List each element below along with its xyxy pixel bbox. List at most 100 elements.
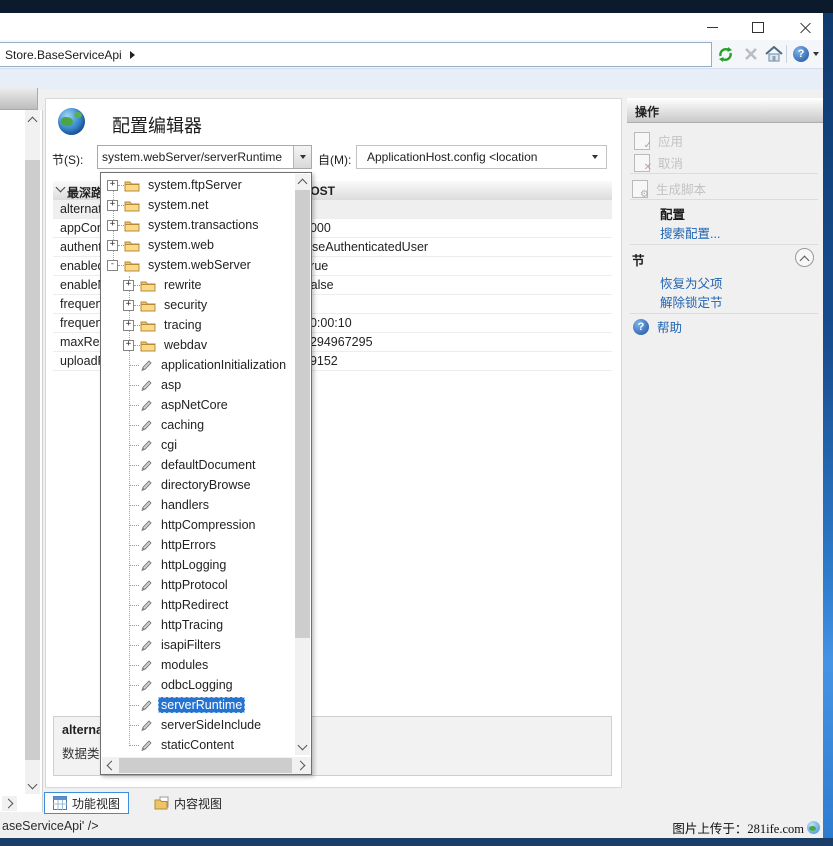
help-menu-button[interactable] (811, 44, 821, 64)
expand-expander-icon[interactable]: + (123, 280, 134, 291)
folder-icon (140, 299, 156, 312)
tree-item-caching[interactable]: caching (101, 415, 207, 435)
tree-item-tracing[interactable]: +tracing (101, 315, 205, 335)
collapse-expander-icon[interactable]: - (107, 260, 118, 271)
minimize-button[interactable] (697, 16, 727, 38)
tree-item-label: system.ftpServer (145, 177, 245, 193)
expand-expander-icon[interactable]: + (107, 240, 118, 251)
tree-connector-line (129, 685, 139, 686)
search-config-link[interactable]: 搜索配置... (660, 223, 720, 242)
tree-hscrollbar-thumb[interactable] (119, 758, 292, 773)
tree-scroll-up-button[interactable] (295, 174, 310, 189)
generate-script-label: 生成脚本 (656, 179, 706, 198)
section-pencil-icon (139, 678, 153, 692)
tree-item-staticContent[interactable]: staticContent (101, 735, 237, 755)
expand-expander-icon[interactable]: + (123, 300, 134, 311)
tree-scrollbar-thumb[interactable] (295, 190, 310, 638)
tree-item-label: httpTracing (158, 617, 226, 633)
tree-item-webdav[interactable]: +webdav (101, 335, 210, 355)
revert-to-parent-link[interactable]: 恢复为父项 (660, 273, 723, 292)
tree-item-security[interactable]: +security (101, 295, 210, 315)
section-label: 节(S): (52, 151, 83, 168)
folder-icon (140, 279, 156, 292)
address-input[interactable]: Store.BaseServiceApi (0, 42, 712, 67)
tree-item-asp[interactable]: asp (101, 375, 184, 395)
maximize-button[interactable] (743, 16, 773, 38)
tree-item-cgi[interactable]: cgi (101, 435, 180, 455)
section-combobox[interactable]: system.webServer/serverRuntime (97, 145, 312, 169)
tree-item-modules[interactable]: modules (101, 655, 211, 675)
generate-script-button[interactable]: ⚙ 生成脚本 (632, 179, 706, 198)
tree-item-serverSideInclude[interactable]: serverSideInclude (101, 715, 264, 735)
tree-item-directoryBrowse[interactable]: directoryBrowse (101, 475, 254, 495)
tree-item-system.webServer[interactable]: -system.webServer (101, 255, 254, 275)
tree-item-label: modules (158, 657, 211, 673)
tree-item-system.web[interactable]: + system.web (101, 235, 217, 255)
tree-scroll-right-button[interactable] (294, 758, 309, 773)
tree-item-isapiFilters[interactable]: isapiFilters (101, 635, 224, 655)
tree-item-applicationInitialization[interactable]: applicationInitialization (101, 355, 289, 375)
section-pencil-icon (139, 418, 153, 432)
section-pencil-icon (139, 598, 153, 612)
left-scroll-right-button[interactable] (2, 796, 17, 811)
tree-connector-line (129, 545, 139, 546)
help-button[interactable]: ? (790, 44, 812, 64)
apply-button[interactable]: ✓ 应用 (634, 131, 683, 150)
expand-expander-icon[interactable]: + (123, 320, 134, 331)
tree-connector-line (129, 405, 139, 406)
section-combobox-dropdown-button[interactable] (293, 146, 311, 168)
left-scroll-up-button[interactable] (25, 112, 40, 127)
page-title: 配置编辑器 (112, 112, 202, 138)
left-scrollbar-thumb[interactable] (25, 160, 40, 760)
help-link[interactable]: ? 帮助 (633, 317, 682, 336)
tree-scroll-down-button[interactable] (295, 739, 310, 754)
help-icon: ? (633, 319, 649, 335)
tree-item-system.transactions[interactable]: + system.transactions (101, 215, 261, 235)
expand-expander-icon[interactable]: + (107, 220, 118, 231)
tab-content-view[interactable]: 内容视图 (146, 792, 230, 814)
revert-to-parent-label: 恢复为父项 (660, 273, 723, 292)
tree-scroll-left-button[interactable] (102, 758, 117, 773)
generate-script-icon: ⚙ (632, 180, 648, 198)
tree-item-rewrite[interactable]: +rewrite (101, 275, 205, 295)
tree-item-httpCompression[interactable]: httpCompression (101, 515, 259, 535)
tree-item-httpProtocol[interactable]: httpProtocol (101, 575, 231, 595)
section-combobox-value: system.webServer/serverRuntime (102, 150, 293, 164)
section-pencil-icon (139, 518, 153, 532)
tree-item-httpTracing[interactable]: httpTracing (101, 615, 226, 635)
section-pencil-icon (139, 738, 153, 752)
cancel-button[interactable]: ✕ 取消 (634, 153, 683, 172)
unlock-section-label: 解除锁定节 (660, 292, 723, 311)
tree-item-defaultDocument[interactable]: defaultDocument (101, 455, 259, 475)
from-combobox[interactable]: ApplicationHost.config <location (356, 145, 607, 169)
background-titlebar (0, 0, 833, 13)
tree-connector-line (129, 645, 139, 646)
tree-item-label: system.web (145, 237, 217, 253)
tree-item-label: httpProtocol (158, 577, 231, 593)
tree-item-label: system.transactions (145, 217, 261, 233)
tree-item-httpErrors[interactable]: httpErrors (101, 535, 219, 555)
tree-connector-line (129, 705, 139, 706)
expand-expander-icon[interactable]: + (107, 200, 118, 211)
tab-features-view[interactable]: 功能视图 (44, 792, 129, 814)
unlock-section-link[interactable]: 解除锁定节 (660, 292, 723, 311)
section-collapse-button[interactable] (795, 248, 814, 267)
tree-item-system.ftpServer[interactable]: + system.ftpServer (101, 175, 245, 195)
restart-button[interactable] (714, 44, 736, 64)
left-scroll-down-button[interactable] (25, 778, 40, 793)
browse-home-button[interactable] (763, 44, 785, 64)
close-button[interactable] (790, 16, 820, 38)
help-icon: ? (793, 46, 809, 62)
stop-button[interactable] (740, 44, 762, 64)
expand-expander-icon[interactable]: + (123, 340, 134, 351)
tree-item-handlers[interactable]: handlers (101, 495, 212, 515)
tree-item-serverRuntime[interactable]: serverRuntime (101, 695, 245, 715)
expand-expander-icon[interactable]: + (107, 180, 118, 191)
tree-item-aspNetCore[interactable]: aspNetCore (101, 395, 231, 415)
tree-item-system.net[interactable]: +system.net (101, 195, 211, 215)
tree-item-odbcLogging[interactable]: odbcLogging (101, 675, 236, 695)
tree-connector-line (129, 625, 139, 626)
tree-connector-line (129, 665, 139, 666)
tree-item-httpLogging[interactable]: httpLogging (101, 555, 229, 575)
tree-item-httpRedirect[interactable]: httpRedirect (101, 595, 231, 615)
